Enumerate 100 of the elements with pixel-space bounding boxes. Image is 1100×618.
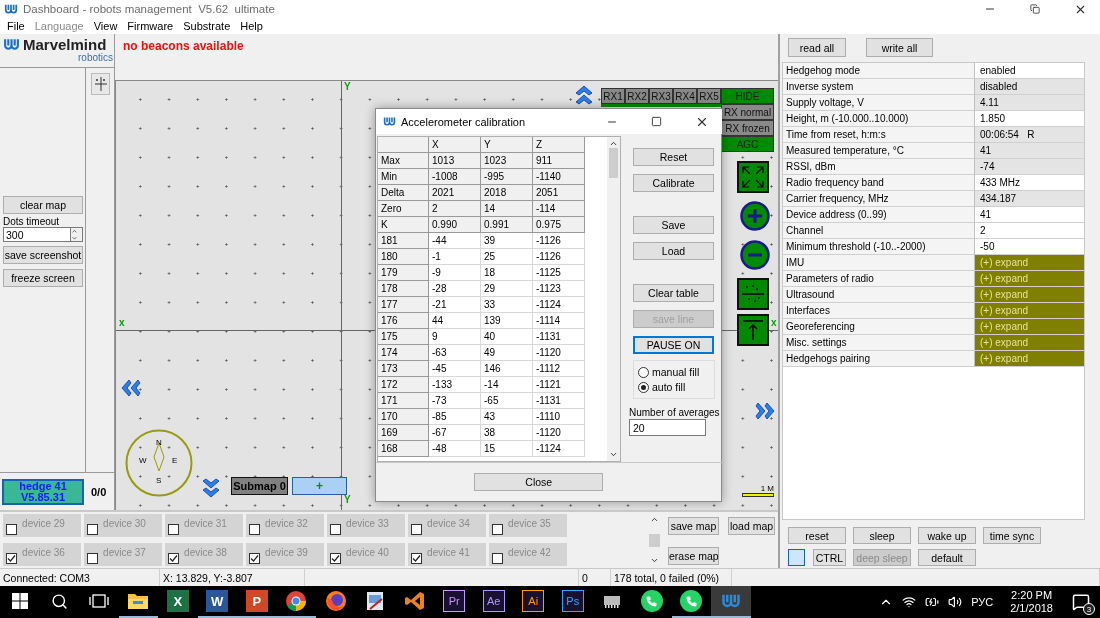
- dialog-button[interactable]: Save: [633, 216, 714, 234]
- toggle-button[interactable]: AGC: [721, 136, 774, 152]
- toggle-button[interactable]: RX frozen: [721, 120, 774, 136]
- toggle-button[interactable]: HIDE: [721, 88, 774, 104]
- expand-cell[interactable]: (+) expand: [975, 255, 1084, 271]
- load-map-button[interactable]: load map: [728, 517, 775, 535]
- table-cell: 25: [481, 249, 533, 265]
- dialog-button[interactable]: Load: [633, 242, 714, 260]
- table-cell: 2018: [481, 185, 533, 201]
- table-cell: -21: [429, 297, 481, 313]
- dialog-button[interactable]: PAUSE ON: [633, 336, 714, 354]
- table-cell: 38: [481, 425, 533, 441]
- action-button[interactable]: default: [918, 549, 976, 566]
- app-icon[interactable]: P: [245, 590, 268, 612]
- close-dialog-button[interactable]: Close: [474, 473, 604, 491]
- property-value: 41: [975, 143, 1084, 159]
- add-submap-button[interactable]: +: [292, 477, 347, 495]
- table-cell: -1126: [533, 233, 585, 249]
- device-label: device 39: [264, 545, 309, 560]
- app-icon[interactable]: Pr: [443, 590, 466, 612]
- toggle-button[interactable]: RX normal: [721, 104, 774, 120]
- property-name: Height, m (-10.000..10.000): [783, 111, 975, 127]
- axis-label: x: [771, 318, 777, 328]
- clock-time: 2:20 PM: [1011, 589, 1053, 602]
- panel-button[interactable]: save screenshot: [3, 246, 83, 264]
- menu-item[interactable]: Help: [235, 20, 268, 32]
- action-button[interactable]: time sync: [983, 527, 1041, 544]
- language-indicator[interactable]: РУС: [971, 596, 994, 608]
- expand-cell[interactable]: (+) expand: [975, 271, 1084, 287]
- table-cell: -1131: [533, 393, 585, 409]
- device-label: device 35: [507, 517, 552, 531]
- device-label: device 36: [21, 545, 66, 560]
- action-button[interactable]: wake up: [918, 527, 976, 544]
- expand-cell[interactable]: (+) expand: [975, 303, 1084, 319]
- rx-button[interactable]: RX4: [673, 88, 697, 104]
- app-icon[interactable]: Ae: [482, 590, 505, 612]
- rx-button[interactable]: RX3: [649, 88, 673, 104]
- panel-button[interactable]: freeze screen: [3, 269, 83, 287]
- table-cell: -1124: [533, 441, 585, 457]
- action-button[interactable]: sleep: [853, 527, 911, 544]
- menu-item[interactable]: File: [2, 20, 30, 32]
- expand-cell[interactable]: (+) expand: [975, 287, 1084, 303]
- property-name: Ultrasound: [783, 287, 975, 303]
- rx-button[interactable]: RX5: [697, 88, 721, 104]
- table-cell: 139: [481, 313, 533, 329]
- clock[interactable]: 2:20 PM 2/1/2018: [1010, 589, 1053, 615]
- read-all-button[interactable]: read all: [788, 38, 846, 57]
- expand-cell[interactable]: (+) expand: [975, 335, 1084, 351]
- property-value: 4.11: [975, 95, 1084, 111]
- table-cell: 146: [481, 361, 533, 377]
- device-label: device 30: [102, 517, 147, 531]
- app-icon[interactable]: Ai: [522, 590, 545, 612]
- table-cell: -1120: [533, 345, 585, 361]
- rx-button[interactable]: RX1: [601, 88, 625, 104]
- device-label: device 31: [183, 517, 228, 531]
- compass-letter: S: [156, 476, 162, 485]
- packet-stats: 178 total, 0 failed (0%): [614, 571, 720, 584]
- expand-cell[interactable]: (+) expand: [975, 319, 1084, 335]
- averages-field[interactable]: 20: [629, 419, 706, 436]
- table-cell: -63: [429, 345, 481, 361]
- submap-button[interactable]: Submap 0: [231, 477, 288, 495]
- property-name: Parameters of radio: [783, 271, 975, 287]
- table-cell: 49: [481, 345, 533, 361]
- rx-button[interactable]: RX2: [625, 88, 649, 104]
- hedge-count: 0/0: [90, 485, 108, 498]
- table-cell: -1124: [533, 297, 585, 313]
- save-map-button[interactable]: save map: [668, 517, 719, 535]
- property-name: Hedgehog mode: [783, 63, 975, 79]
- hedge-badge[interactable]: hedge 41 V5.85.31: [2, 478, 84, 505]
- dots-timeout-field[interactable]: 300: [3, 227, 70, 242]
- table-cell: -1112: [533, 361, 585, 377]
- table-cell: -85: [429, 409, 481, 425]
- app-icon[interactable]: W: [206, 590, 229, 612]
- property-value: -74: [975, 159, 1084, 175]
- menu-item[interactable]: Substrate: [178, 20, 236, 32]
- action-button[interactable]: reset: [788, 527, 846, 544]
- clear-map-button[interactable]: clear map: [3, 196, 83, 214]
- menu-item[interactable]: Firmware: [122, 20, 179, 32]
- menu-item[interactable]: View: [88, 20, 123, 32]
- dialog-button[interactable]: Reset: [633, 148, 714, 166]
- row-header: Delta: [378, 185, 429, 201]
- dialog-button[interactable]: Clear table: [633, 284, 714, 302]
- row-header: Zero: [378, 201, 429, 217]
- property-value: 1.850: [975, 111, 1084, 127]
- app-icon[interactable]: X: [166, 590, 189, 612]
- expand-cell[interactable]: (+) expand: [975, 351, 1084, 367]
- dialog-button[interactable]: Calibrate: [633, 174, 714, 192]
- write-all-button[interactable]: write all: [866, 38, 933, 57]
- table-cell: 18: [481, 265, 533, 281]
- action-button[interactable]: CTRL: [813, 549, 846, 566]
- compass-letter: E: [172, 456, 178, 465]
- row-header: Min: [378, 169, 429, 185]
- device-label: device 34: [426, 517, 471, 531]
- app-icon[interactable]: Ps: [561, 590, 584, 612]
- erase-map-button[interactable]: erase map: [668, 546, 719, 565]
- status-count: 0: [582, 571, 588, 584]
- property-name: Interfaces: [783, 303, 975, 319]
- hedge-name: hedge 41: [19, 480, 67, 492]
- table-cell: -114: [533, 201, 585, 217]
- device-label: device 40: [345, 545, 390, 560]
